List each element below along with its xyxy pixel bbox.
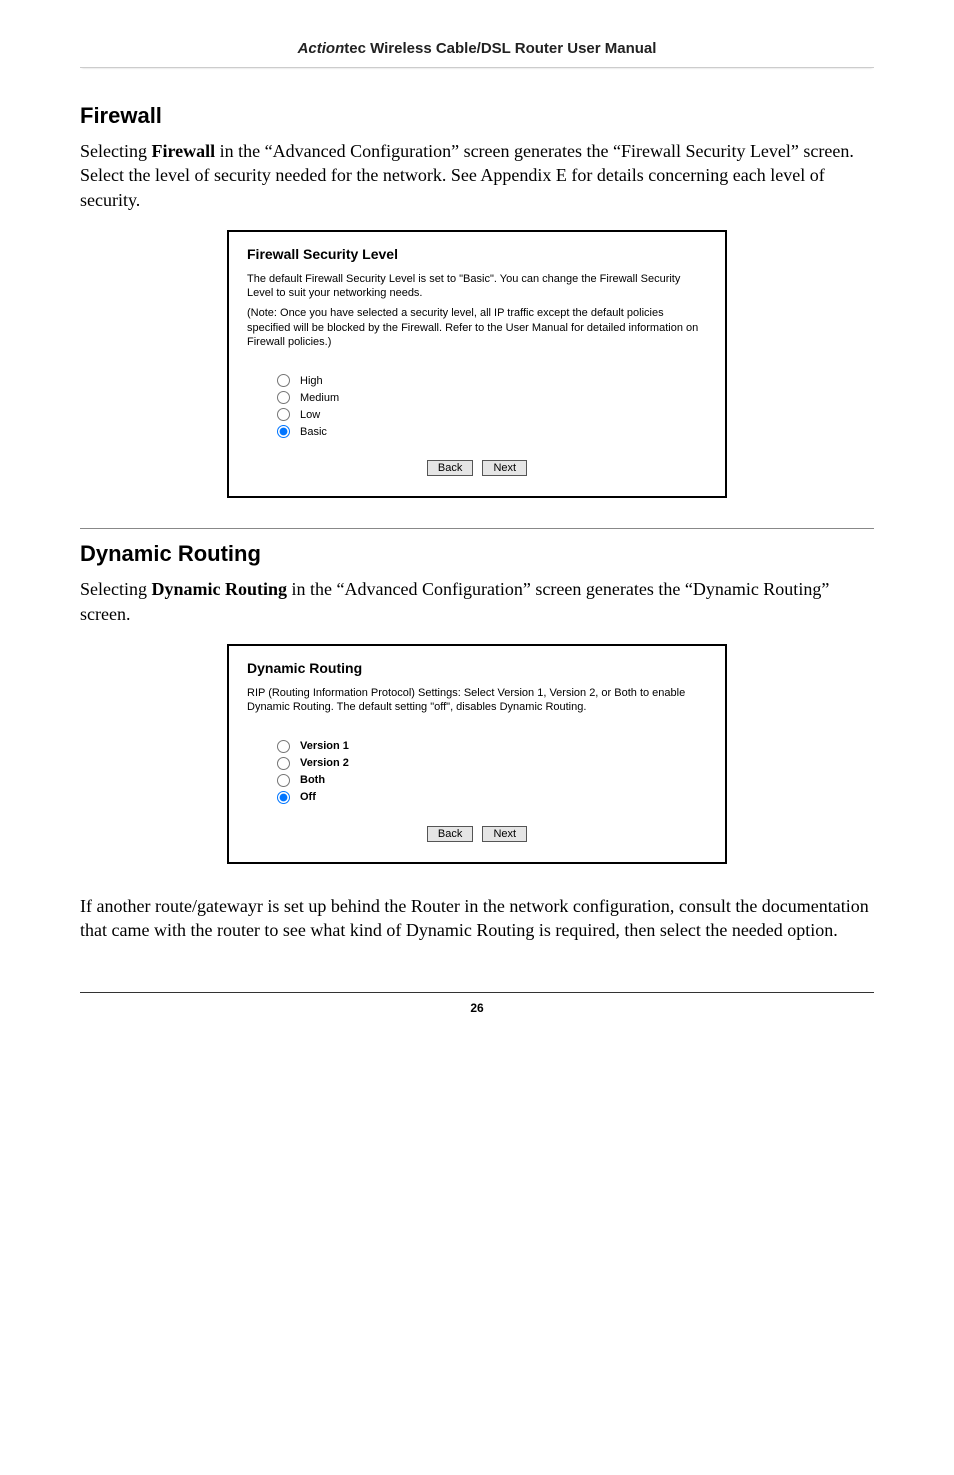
- firewall-next-button[interactable]: Next: [482, 460, 527, 476]
- firewall-button-row: Back Next: [247, 460, 707, 476]
- dynamic-button-row: Back Next: [247, 826, 707, 842]
- brand-suffix: tec: [344, 40, 366, 57]
- firewall-intro: Selecting Firewall in the “Advanced Conf…: [80, 139, 874, 212]
- firewall-option-basic[interactable]: Basic: [277, 425, 707, 438]
- section-separator: [80, 528, 874, 529]
- dynamic-option-both[interactable]: Both: [277, 774, 707, 787]
- radio-v2[interactable]: [277, 757, 290, 770]
- label-medium: Medium: [300, 392, 339, 404]
- dynamic-ss-title: Dynamic Routing: [247, 660, 707, 676]
- firewall-option-low[interactable]: Low: [277, 408, 707, 421]
- brand-italic: Action: [298, 40, 345, 57]
- radio-v1[interactable]: [277, 740, 290, 753]
- page-header: Actiontec Wireless Cable/DSL Router User…: [80, 40, 874, 68]
- dynamic-option-off[interactable]: Off: [277, 791, 707, 804]
- header-title: Wireless Cable/DSL Router User Manual: [366, 40, 657, 57]
- firewall-heading: Firewall: [80, 103, 874, 129]
- label-basic: Basic: [300, 426, 327, 438]
- dynamic-screenshot: Dynamic Routing RIP (Routing Information…: [227, 644, 727, 864]
- firewall-ss-title: Firewall Security Level: [247, 246, 707, 262]
- label-low: Low: [300, 409, 320, 421]
- firewall-intro-pre: Selecting: [80, 141, 151, 161]
- firewall-ss-para2: (Note: Once you have selected a security…: [247, 306, 707, 349]
- label-both: Both: [300, 774, 325, 786]
- dynamic-option-v1[interactable]: Version 1: [277, 740, 707, 753]
- radio-off[interactable]: [277, 791, 290, 804]
- dynamic-intro: Selecting Dynamic Routing in the “Advanc…: [80, 577, 874, 626]
- dynamic-closing: If another route/gatewayr is set up behi…: [80, 894, 874, 943]
- firewall-back-button[interactable]: Back: [427, 460, 473, 476]
- firewall-intro-mid: in the “Advanced Configuration” screen g…: [215, 141, 621, 161]
- dynamic-radio-list: Version 1 Version 2 Both Off: [277, 740, 707, 804]
- firewall-option-high[interactable]: High: [277, 374, 707, 387]
- radio-basic[interactable]: [277, 425, 290, 438]
- radio-low[interactable]: [277, 408, 290, 421]
- radio-both[interactable]: [277, 774, 290, 787]
- label-high: High: [300, 375, 323, 387]
- label-off: Off: [300, 791, 316, 803]
- label-v2: Version 2: [300, 757, 349, 769]
- label-v1: Version 1: [300, 740, 349, 752]
- dynamic-intro-bold: Dynamic Routing: [151, 579, 287, 599]
- firewall-ss-para1: The default Firewall Security Level is s…: [247, 272, 707, 301]
- dynamic-option-v2[interactable]: Version 2: [277, 757, 707, 770]
- radio-medium[interactable]: [277, 391, 290, 404]
- firewall-radio-list: High Medium Low Basic: [277, 374, 707, 438]
- dynamic-intro-pre: Selecting: [80, 579, 151, 599]
- dynamic-back-button[interactable]: Back: [427, 826, 473, 842]
- firewall-intro-term: Firewall Security Level: [621, 141, 791, 161]
- page-number: 26: [80, 992, 874, 1015]
- dynamic-ss-para1: RIP (Routing Information Protocol) Setti…: [247, 686, 707, 715]
- firewall-intro-bold: Firewall: [151, 141, 215, 161]
- dynamic-heading: Dynamic Routing: [80, 541, 874, 567]
- radio-high[interactable]: [277, 374, 290, 387]
- dynamic-next-button[interactable]: Next: [482, 826, 527, 842]
- firewall-screenshot: Firewall Security Level The default Fire…: [227, 230, 727, 498]
- firewall-option-medium[interactable]: Medium: [277, 391, 707, 404]
